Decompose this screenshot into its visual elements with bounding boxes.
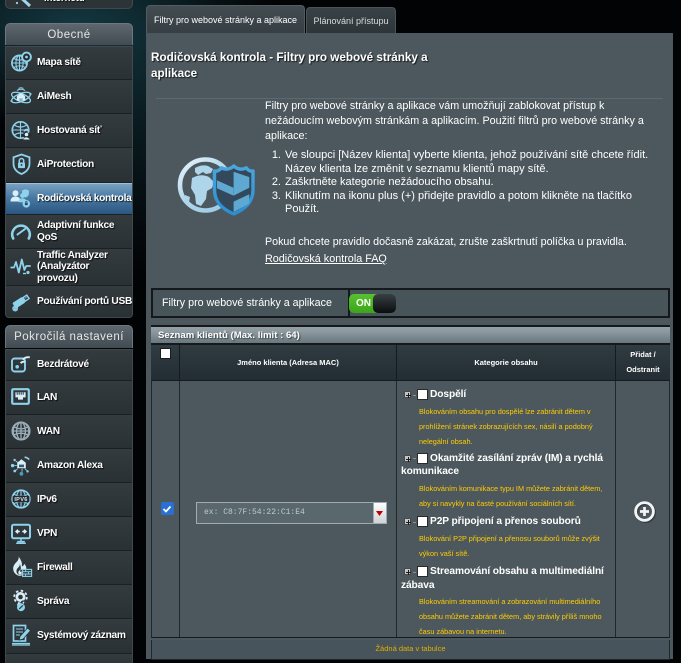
svg-text:IPV6: IPV6 — [14, 496, 27, 502]
